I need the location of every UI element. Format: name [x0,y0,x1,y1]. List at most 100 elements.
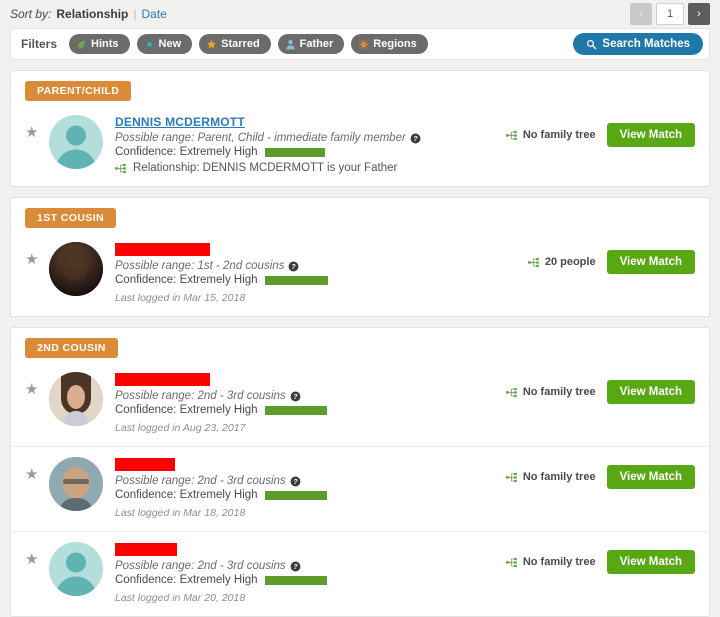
star-icon[interactable]: ★ [25,382,41,397]
pagination-next-button[interactable]: › [688,3,710,25]
possible-range-text: Possible range: 2nd - 3rd cousins [115,390,286,402]
search-matches-label: Search Matches [602,38,690,50]
star-icon [207,39,217,48]
family-tree-icon [505,472,517,482]
pagination-page-input[interactable] [656,3,684,25]
help-icon[interactable]: ? [290,561,301,572]
sort-by-label: Sort by: [10,7,52,21]
view-match-button[interactable]: View Match [606,123,695,147]
confidence-line: Confidence: Extremely High [115,404,506,416]
match-info: Possible range: 2nd - 3rd cousins? Confid… [115,455,506,519]
redacted-name-bar [115,373,210,386]
avatar[interactable] [49,542,103,596]
help-icon[interactable]: ? [410,133,421,144]
relationship-line: Relationship: DENNIS MCDERMOTT is your F… [115,162,506,174]
confidence-line: Confidence: Extremely High [115,574,506,586]
family-tree-icon [115,163,126,173]
filter-pill-label: Hints [91,38,119,50]
filters-bar: Filters Hints New Starred Father Regions Sea… [10,28,710,60]
dot-icon [146,41,152,47]
last-login-text: Last logged in Mar 20, 2018 [115,592,246,604]
match-name-link[interactable]: DENNIS MCDERMOTT [115,115,245,129]
match-group-card: 1ST COUSIN ★ Possible range: 1st - 2nd cou… [10,197,710,317]
avatar[interactable] [49,457,103,511]
match-row: ★ Possible range: 2nd - 3rd cousins? Confi… [11,531,709,616]
confidence-label: Confidence: Extremely High [115,489,258,501]
filter-pill-label: Father [299,38,334,50]
possible-range-text: Possible range: 1st - 2nd cousins [115,260,285,272]
filter-pill-new[interactable]: New [136,34,193,54]
match-info: Possible range: 2nd - 3rd cousins? Confid… [115,370,506,434]
confidence-bar [264,575,327,585]
confidence-bar [264,490,327,500]
view-match-button[interactable]: View Match [606,380,695,404]
filter-pill-label: New [158,38,182,50]
search-matches-button[interactable]: Search Matches [573,33,703,55]
match-group-card: PARENT/CHILD ★ DENNIS MCDERMOTT Possible ra… [10,70,710,187]
tree-status: No family tree [505,386,596,398]
redacted-name-bar [115,243,210,256]
avatar-silhouette-icon [56,552,96,596]
possible-range-line: Possible range: Parent, Child - immediat… [115,132,506,144]
help-icon[interactable]: ? [288,261,299,272]
avatar[interactable] [49,115,103,169]
sort-option-date[interactable]: Date [142,7,167,21]
pagination-prev-button[interactable]: ‹ [630,3,652,25]
view-match-button[interactable]: View Match [606,250,695,274]
tree-status-label: No family tree [522,556,596,568]
possible-range-line: Possible range: 2nd - 3rd cousins? [115,475,506,487]
family-tree-icon [505,557,517,567]
tree-status-label: No family tree [522,471,596,483]
avatar-photo [49,372,103,426]
tree-status: No family tree [505,471,596,483]
avatar[interactable] [49,372,103,426]
possible-range-text: Possible range: 2nd - 3rd cousins [115,560,286,572]
match-actions: No family tree View Match [505,550,695,574]
match-actions: No family tree View Match [505,123,695,147]
possible-range-line: Possible range: 2nd - 3rd cousins? [115,560,506,572]
tree-status: No family tree [505,556,596,568]
match-info: DENNIS MCDERMOTT Possible range: Parent, … [115,113,506,174]
sort-bar: Sort by: Relationship | Date ‹ › [0,0,720,28]
filter-pill-hints[interactable]: Hints [69,34,130,54]
svg-text:?: ? [292,262,297,271]
star-icon[interactable]: ★ [25,252,41,267]
match-row: ★ Possible range: 1st - 2nd cousins? Confi… [11,232,709,316]
view-match-button[interactable]: View Match [606,465,695,489]
confidence-bar [264,275,328,285]
avatar[interactable] [49,242,103,296]
view-match-button[interactable]: View Match [606,550,695,574]
help-icon[interactable]: ? [290,476,301,487]
star-icon[interactable]: ★ [25,552,41,567]
confidence-bar [264,147,325,157]
possible-range-text: Possible range: 2nd - 3rd cousins [115,475,286,487]
filter-pill-father[interactable]: Father [277,34,345,54]
star-icon[interactable]: ★ [25,467,41,482]
filter-pill-label: Regions [373,38,417,50]
confidence-line: Confidence: Extremely High [115,274,528,286]
redacted-name-bar [115,543,177,556]
match-actions: No family tree View Match [505,380,695,404]
last-login-text: Last logged in Mar 18, 2018 [115,507,246,519]
filter-pill-label: Starred [221,38,260,50]
tree-status-label: No family tree [522,386,596,398]
confidence-bar [264,405,327,415]
confidence-label: Confidence: Extremely High [115,404,258,416]
search-icon [587,39,597,49]
svg-text:?: ? [293,477,298,486]
tree-status: 20 people [527,256,596,268]
confidence-label: Confidence: Extremely High [115,146,258,158]
star-icon[interactable]: ★ [25,125,41,140]
match-groups: PARENT/CHILD ★ DENNIS MCDERMOTT Possible ra… [0,70,720,617]
family-tree-icon [505,130,517,140]
filter-pill-starred[interactable]: Starred [199,34,271,54]
sort-option-relationship[interactable]: Relationship [56,7,128,21]
match-actions: No family tree View Match [505,465,695,489]
group-badge: PARENT/CHILD [25,81,132,101]
family-tree-icon [527,257,539,267]
confidence-label: Confidence: Extremely High [115,574,258,586]
redacted-name-bar [115,458,175,471]
possible-range-line: Possible range: 1st - 2nd cousins? [115,260,528,272]
help-icon[interactable]: ? [290,391,301,402]
filter-pill-regions[interactable]: Regions [351,34,428,54]
